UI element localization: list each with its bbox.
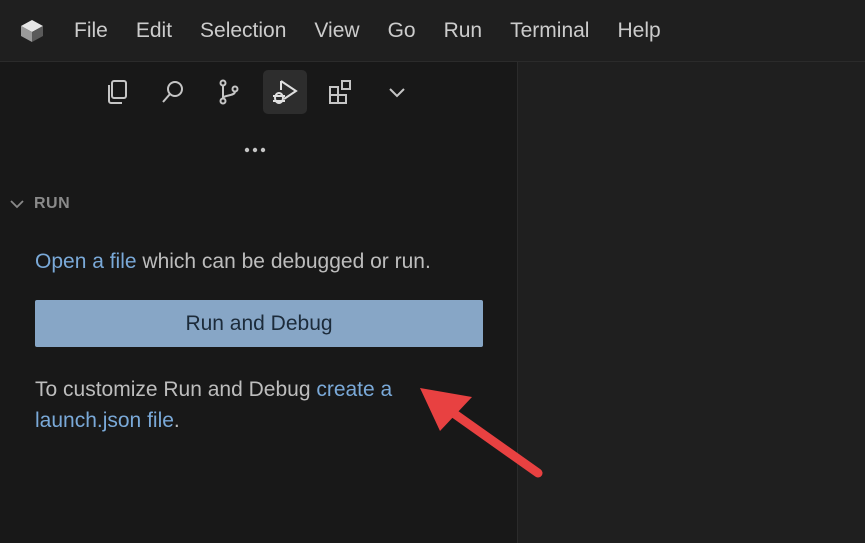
chevron-down-icon — [10, 200, 24, 209]
activity-bar — [95, 70, 431, 114]
customize-message: To customize Run and Debug create a laun… — [35, 374, 455, 436]
open-file-message-text: which can be debugged or run. — [136, 250, 431, 273]
extensions-icon[interactable] — [319, 70, 363, 114]
menu-bar: File Edit Selection View Go Run Terminal… — [0, 0, 865, 62]
customize-message-suffix: . — [173, 409, 180, 432]
section-title: RUN — [34, 195, 71, 212]
app-logo-icon — [17, 16, 47, 46]
explorer-icon[interactable] — [95, 70, 139, 114]
sidebar: RUN Open a file which can be debugged or… — [0, 62, 517, 543]
run-debug-icon[interactable] — [263, 70, 307, 114]
open-file-message: Open a file which can be debugged or run… — [35, 250, 431, 274]
run-section-header[interactable]: RUN — [8, 192, 70, 216]
menu-run[interactable]: Run — [430, 0, 497, 62]
chevron-down-icon[interactable] — [375, 70, 419, 114]
menu-view[interactable]: View — [300, 0, 373, 62]
menu-selection[interactable]: Selection — [186, 0, 300, 62]
more-actions-icon[interactable] — [240, 140, 270, 160]
source-control-icon[interactable] — [207, 70, 251, 114]
menu-help[interactable]: Help — [603, 0, 674, 62]
menu-go[interactable]: Go — [374, 0, 430, 62]
search-icon[interactable] — [151, 70, 195, 114]
run-and-debug-button[interactable]: Run and Debug — [35, 300, 483, 347]
menu-terminal[interactable]: Terminal — [496, 0, 603, 62]
vscode-window: File Edit Selection View Go Run Terminal… — [0, 0, 865, 543]
open-file-link[interactable]: Open a file — [35, 250, 137, 273]
menu-edit[interactable]: Edit — [122, 0, 186, 62]
editor-area — [518, 62, 865, 543]
customize-message-text: To customize Run and Debug — [35, 378, 317, 401]
menu-file[interactable]: File — [60, 0, 122, 62]
